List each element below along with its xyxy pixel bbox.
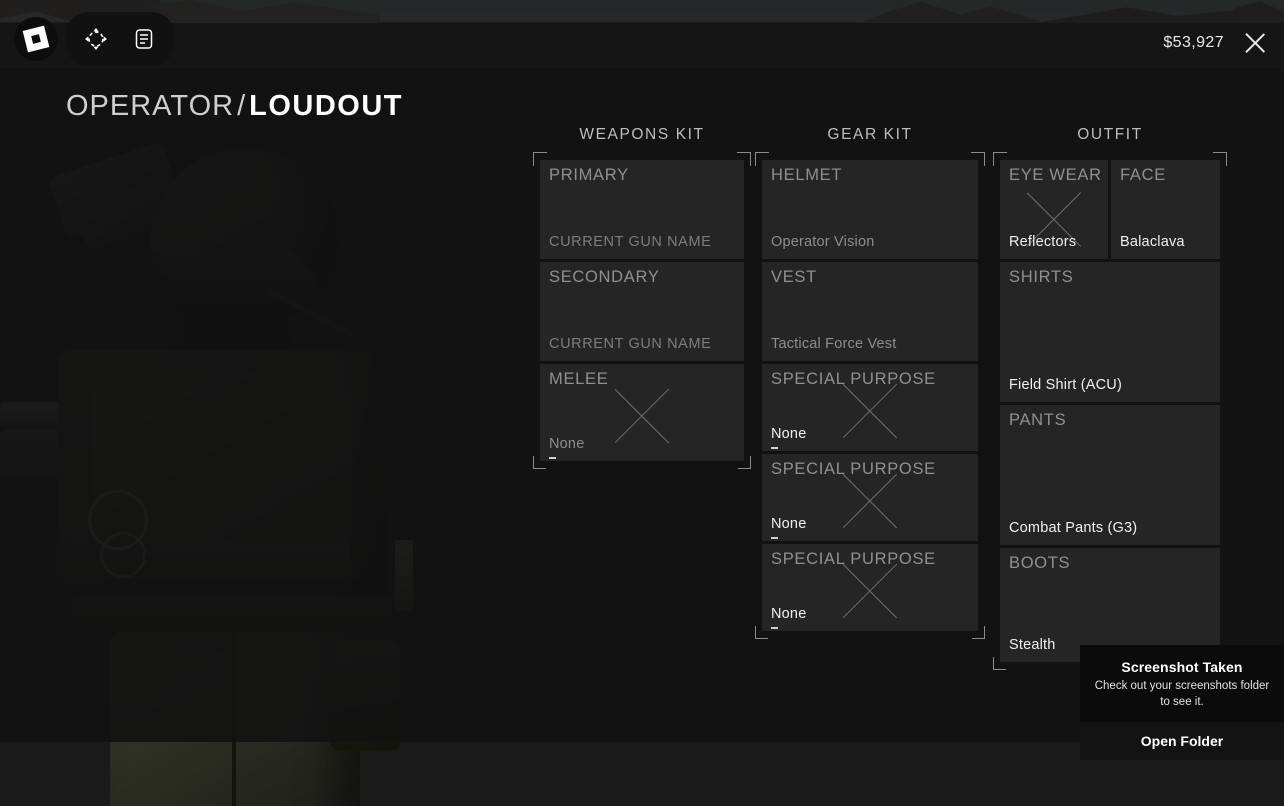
slot-label: SPECIAL PURPOSE xyxy=(771,460,936,478)
slot-value: None xyxy=(549,436,585,452)
slot-value: Field Shirt (ACU) xyxy=(1009,377,1122,393)
outfit-bracket: EYE WEAR Reflectors FACE Balaclava SHIRT… xyxy=(993,152,1227,670)
slot-melee[interactable]: MELEE None xyxy=(540,364,744,461)
column-header-outfit: OUTFIT xyxy=(1077,126,1143,143)
slot-label: BOOTS xyxy=(1009,554,1071,572)
slot-value: Reflectors xyxy=(1009,234,1077,250)
slot-special-purpose-2[interactable]: SPECIAL PURPOSE None xyxy=(762,454,978,541)
slot-label: PRIMARY xyxy=(549,166,629,184)
slot-value: CURRENT GUN NAME xyxy=(549,234,712,250)
slot-value: None xyxy=(771,516,807,532)
slot-value: None xyxy=(771,426,807,442)
slot-value: Balaclava xyxy=(1120,234,1185,250)
slot-label: PANTS xyxy=(1009,411,1067,429)
slot-value: Tactical Force Vest xyxy=(771,336,897,352)
screenshot-toast: Screenshot Taken Check out your screensh… xyxy=(1080,645,1284,761)
top-right-group: $53,927 xyxy=(1163,30,1268,56)
slot-label: EYE WEAR xyxy=(1009,166,1102,184)
toast-title: Screenshot Taken xyxy=(1121,659,1243,675)
column-weapons-kit: WEAPONS KIT PRIMARY CURRENT GUN NAME SEC… xyxy=(533,126,751,469)
slot-label: FACE xyxy=(1120,166,1166,184)
slot-secondary[interactable]: SECONDARY CURRENT GUN NAME xyxy=(540,262,744,361)
slot-value: Stealth xyxy=(1009,637,1056,653)
slot-value: Combat Pants (G3) xyxy=(1009,520,1138,536)
slot-pants[interactable]: PANTS Combat Pants (G3) xyxy=(1000,405,1220,545)
slot-special-purpose-3[interactable]: SPECIAL PURPOSE None xyxy=(762,544,978,631)
slot-label: SPECIAL PURPOSE xyxy=(771,550,936,568)
column-outfit: OUTFIT EYE WEAR Reflectors FACE Balaclav… xyxy=(993,126,1227,670)
slot-dash-marker xyxy=(549,457,556,459)
chat-document-icon[interactable] xyxy=(122,17,166,61)
slot-dash-marker xyxy=(771,447,778,449)
roblox-logo-glyph xyxy=(22,25,50,53)
move-3d-icon[interactable] xyxy=(74,17,118,61)
currency-balance: $53,927 xyxy=(1163,34,1224,51)
weapons-kit-bracket: PRIMARY CURRENT GUN NAME SECONDARY CURRE… xyxy=(533,152,751,469)
roblox-logo-icon[interactable] xyxy=(14,17,58,61)
column-header-weapons-kit: WEAPONS KIT xyxy=(579,126,705,143)
top-nav-cluster xyxy=(14,12,174,66)
slot-helmet[interactable]: HELMET Operator Vision xyxy=(762,160,978,259)
close-icon[interactable] xyxy=(1242,30,1268,56)
slot-label: MELEE xyxy=(549,370,609,388)
gear-kit-bracket: HELMET Operator Vision VEST Tactical For… xyxy=(755,152,985,639)
column-gear-kit: GEAR KIT HELMET Operator Vision VEST Tac… xyxy=(755,126,985,639)
slot-label: VEST xyxy=(771,268,817,286)
slot-shirts[interactable]: SHIRTS Field Shirt (ACU) xyxy=(1000,262,1220,402)
slot-dash-marker xyxy=(771,537,778,539)
open-folder-button[interactable]: Open Folder xyxy=(1080,722,1284,761)
column-header-gear-kit: GEAR KIT xyxy=(827,126,913,143)
slot-label: SPECIAL PURPOSE xyxy=(771,370,936,388)
loadout-columns: WEAPONS KIT PRIMARY CURRENT GUN NAME SEC… xyxy=(0,0,1284,742)
nav-pill-group xyxy=(66,12,174,66)
empty-slot-x-icon xyxy=(604,378,680,454)
slot-eye-wear[interactable]: EYE WEAR Reflectors xyxy=(1000,160,1108,259)
slot-label: SECONDARY xyxy=(549,268,660,286)
slot-value: None xyxy=(771,606,807,622)
slot-vest[interactable]: VEST Tactical Force Vest xyxy=(762,262,978,361)
toast-body: Screenshot Taken Check out your screensh… xyxy=(1080,645,1284,723)
slot-primary[interactable]: PRIMARY CURRENT GUN NAME xyxy=(540,160,744,259)
slot-face[interactable]: FACE Balaclava xyxy=(1111,160,1220,259)
slot-value: Operator Vision xyxy=(771,234,875,250)
slot-label: HELMET xyxy=(771,166,843,184)
slot-label: SHIRTS xyxy=(1009,268,1074,286)
slot-special-purpose-1[interactable]: SPECIAL PURPOSE None xyxy=(762,364,978,451)
outfit-top-row: EYE WEAR Reflectors FACE Balaclava xyxy=(1000,160,1220,259)
slot-value: CURRENT GUN NAME xyxy=(549,336,712,352)
game-loadout-screen: $53,927 OPERATOR / LOUDOUT WEAPONS KIT PRI… xyxy=(0,0,1284,806)
slot-dash-marker xyxy=(771,627,778,629)
toast-subtitle: Check out your screenshots folder to see… xyxy=(1094,680,1270,708)
